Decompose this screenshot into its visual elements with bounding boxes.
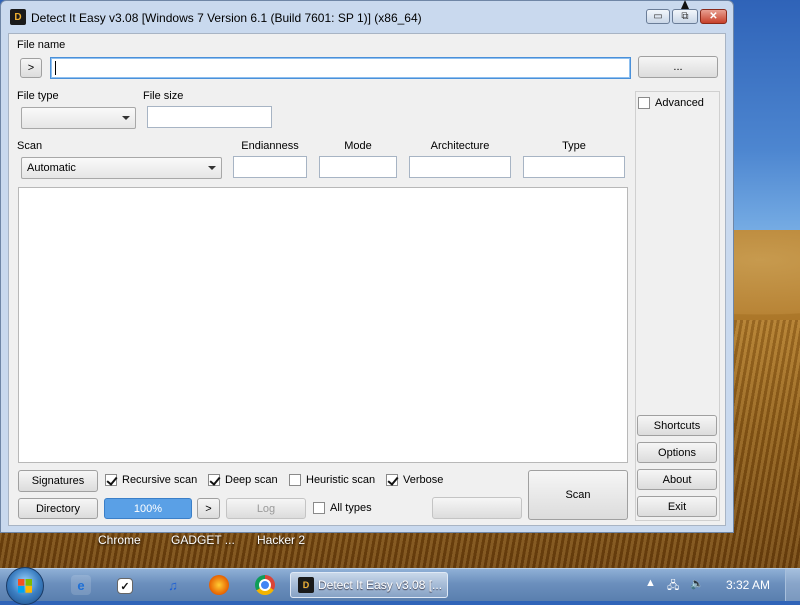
chrome-center-icon [259, 579, 271, 591]
advanced-checkbox[interactable]: Advanced [638, 97, 704, 109]
file-type-label: File type [17, 90, 59, 102]
restore-icon: ⧉ [681, 11, 689, 22]
die-window: D Detect It Easy v3.08 [Windows 7 Versio… [0, 0, 734, 533]
file-size-field[interactable] [147, 106, 272, 128]
desktop-icon-label-chrome[interactable]: Chrome [98, 533, 141, 547]
chrome-icon[interactable] [255, 575, 275, 595]
taskbar: e ✓ ♫ D Detect It Easy v3.08 [... ▲ 🖧 🔈 … [0, 567, 800, 605]
deep-scan-label: Deep scan [225, 474, 278, 486]
file-name-input[interactable] [50, 57, 631, 79]
heuristic-scan-label: Heuristic scan [306, 474, 376, 486]
type-label: Type [562, 140, 586, 152]
verbose-label: Verbose [403, 474, 444, 486]
file-toggle-button[interactable]: > [20, 58, 42, 78]
show-hidden-icons-icon[interactable]: ▲ [645, 577, 656, 589]
type-field[interactable] [523, 156, 625, 178]
heuristic-scan-box[interactable] [289, 474, 301, 486]
file-size-label: File size [143, 90, 184, 102]
recursive-scan-label: Recursive scan [122, 474, 198, 486]
options-button[interactable]: Options [637, 442, 717, 463]
verbose-checkbox[interactable]: Verbose [386, 474, 443, 486]
restore-button[interactable]: ⧉ [672, 9, 698, 24]
shortcuts-button[interactable]: Shortcuts [637, 415, 717, 436]
scan-mode-value: Automatic [27, 162, 76, 174]
mouse-cursor-icon [681, 0, 689, 9]
volume-muted-icon[interactable]: 🔈 [690, 577, 704, 590]
desktop-icon-label-hacker[interactable]: Hacker 2 [257, 533, 305, 547]
text-caret [55, 61, 56, 75]
die-logo-icon: D [10, 9, 26, 25]
deep-scan-box[interactable] [208, 474, 220, 486]
mode-field[interactable] [319, 156, 397, 178]
internet-explorer-icon[interactable]: e [71, 575, 91, 595]
endianness-label: Endianness [241, 140, 299, 152]
all-types-checkbox[interactable]: All types [313, 502, 372, 514]
architecture-label: Architecture [430, 140, 490, 152]
minimize-icon: ▭ [653, 11, 663, 22]
window-title: Detect It Easy v3.08 [Windows 7 Version … [31, 11, 422, 25]
scan-label: Scan [17, 140, 43, 152]
scan-mode-select[interactable]: Automatic [21, 157, 222, 179]
close-button[interactable]: ✕ [700, 9, 727, 24]
show-desktop-button[interactable] [785, 569, 800, 601]
about-button[interactable]: About [637, 469, 717, 490]
advanced-checkbox-label: Advanced [655, 97, 704, 109]
chevron-down-icon [122, 116, 130, 120]
chevron-down-icon [208, 166, 216, 170]
scan-button[interactable]: Scan [528, 470, 628, 520]
heuristic-scan-checkbox[interactable]: Heuristic scan [289, 474, 375, 486]
firefox-icon[interactable] [209, 575, 229, 595]
taskbar-app-label: Detect It Easy v3.08 [... [318, 578, 443, 592]
desktop-icon-label-gadget[interactable]: GADGET ... [171, 533, 235, 547]
architecture-field[interactable] [409, 156, 511, 178]
file-type-select[interactable] [21, 107, 136, 129]
main-panel: File name > ... File type File size Adva… [8, 33, 726, 526]
mode-label: Mode [344, 140, 372, 152]
taskbar-app-detect-it-easy[interactable]: D Detect It Easy v3.08 [... [290, 572, 448, 598]
todo-checkbox-icon[interactable]: ✓ [117, 578, 133, 594]
signatures-button[interactable]: Signatures [18, 470, 98, 492]
recursive-scan-box[interactable] [105, 474, 117, 486]
log-button[interactable]: Log [226, 498, 306, 519]
start-button[interactable] [6, 567, 44, 605]
file-name-label: File name [17, 39, 66, 51]
close-icon: ✕ [709, 11, 718, 22]
advanced-checkbox-box[interactable] [638, 97, 650, 109]
title-bar[interactable]: D Detect It Easy v3.08 [Windows 7 Versio… [1, 1, 733, 33]
progress-bar: 100% [104, 498, 192, 519]
clock[interactable]: 3:32 AM [726, 578, 770, 592]
endianness-field[interactable] [233, 156, 307, 178]
deep-scan-checkbox[interactable]: Deep scan [208, 474, 278, 486]
windows-logo-icon [18, 579, 32, 593]
recursive-scan-checkbox[interactable]: Recursive scan [105, 474, 197, 486]
all-types-label: All types [330, 502, 372, 514]
browse-button[interactable]: ... [638, 56, 718, 78]
network-icon[interactable]: 🖧 [667, 577, 679, 596]
exit-button[interactable]: Exit [637, 496, 717, 517]
directory-button[interactable]: Directory [18, 498, 98, 519]
results-tree[interactable] [18, 187, 628, 463]
itunes-icon[interactable]: ♫ [163, 575, 183, 595]
die-logo-icon: D [298, 577, 314, 593]
verbose-box[interactable] [386, 474, 398, 486]
next-button[interactable]: > [197, 498, 220, 519]
status-field [432, 497, 522, 519]
minimize-button[interactable]: ▭ [646, 9, 670, 24]
all-types-box[interactable] [313, 502, 325, 514]
